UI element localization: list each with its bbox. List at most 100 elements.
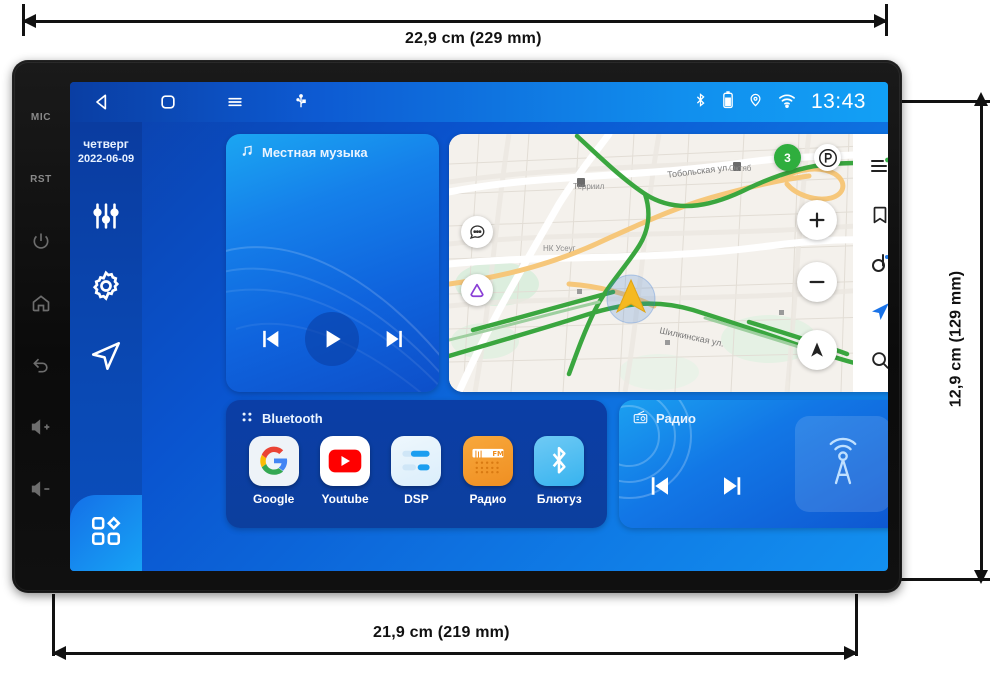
volume-up-icon[interactable] xyxy=(12,396,70,458)
music-note-icon xyxy=(240,144,254,161)
apps-widget-header: Bluetooth xyxy=(240,410,323,427)
map-poi-label-oktyab: Октяб xyxy=(729,164,752,173)
right-dimension-arrow-up xyxy=(974,92,988,106)
radio-widget-title: Радио xyxy=(656,411,696,426)
music-disc-icon[interactable] xyxy=(863,246,888,280)
apps-grid-icon xyxy=(89,514,123,553)
back-icon[interactable] xyxy=(12,334,70,396)
apps-widget: Bluetooth Google Youtube DSP FM Радио Бл… xyxy=(226,400,607,528)
sidebar-item-apps[interactable] xyxy=(70,495,142,571)
navigation-arrow-icon xyxy=(89,339,123,378)
radio-small-icon xyxy=(633,410,648,427)
top-dimension-label: 22,9 cm (229 mm) xyxy=(397,30,550,48)
map-poi-label-nk: НК Усеуг xyxy=(543,244,576,253)
music-widget-header: Местная музыка xyxy=(240,144,368,161)
home-content: Местная музыка Тобольская ул. Шилкинская… xyxy=(142,122,888,571)
parking-badge[interactable] xyxy=(814,144,841,171)
bluetooth-icon xyxy=(693,90,708,115)
radio-next-button[interactable] xyxy=(719,471,749,506)
battery-icon xyxy=(722,90,734,115)
date-weekday: четверг xyxy=(83,137,129,151)
top-dimension-line xyxy=(22,20,888,23)
map-sidebar xyxy=(853,134,888,392)
apps-widget-title: Bluetooth xyxy=(262,411,323,426)
screenshot-root: 22,9 cm (229 mm) 21,9 cm (219 mm) 12,9 c… xyxy=(0,0,1000,673)
hardware-bezel-left: MIC RST xyxy=(12,60,70,593)
chat-bubble-icon[interactable] xyxy=(461,216,493,248)
sidebar-item-navigation[interactable] xyxy=(70,323,142,393)
svg-text:FM: FM xyxy=(492,450,504,458)
layers-menu-icon[interactable] xyxy=(863,149,888,183)
radio-widget[interactable]: Радио xyxy=(619,400,888,528)
home-square-icon[interactable] xyxy=(158,92,178,112)
app-label-radio: Радио xyxy=(469,492,507,506)
bottom-dimension-label: 21,9 cm (219 mm) xyxy=(365,624,518,642)
menu-lines-icon[interactable] xyxy=(224,92,246,112)
home-icon[interactable] xyxy=(12,272,70,334)
right-dimension-tick-top xyxy=(900,100,990,103)
dsp-icon xyxy=(391,436,442,486)
music-controls xyxy=(226,312,439,366)
wifi-icon xyxy=(777,90,797,115)
sidebar-item-settings[interactable] xyxy=(70,253,142,323)
youtube-icon xyxy=(320,436,371,486)
radio-widget-header: Радио xyxy=(633,410,696,427)
equalizer-icon xyxy=(89,199,123,238)
app-google[interactable]: Google xyxy=(243,436,305,506)
right-dimension-arrow-down xyxy=(974,570,988,584)
bottom-dimension-line xyxy=(52,652,858,655)
navigate-arrow-icon[interactable] xyxy=(863,294,888,328)
search-icon[interactable] xyxy=(863,343,888,377)
system-nav-icons xyxy=(70,92,310,112)
map-zoom-in-button[interactable] xyxy=(797,200,837,240)
compass-arrow-icon[interactable] xyxy=(797,330,837,370)
broadcast-tower-icon xyxy=(815,434,871,495)
right-dimension-tick-bottom xyxy=(900,578,990,581)
status-bar: 13:43 xyxy=(70,82,888,122)
date-value: 2022-06-09 xyxy=(77,153,135,166)
top-dimension-tick-right xyxy=(885,4,888,36)
traffic-level-value: 3 xyxy=(784,150,791,165)
usb-icon[interactable] xyxy=(292,92,310,112)
google-icon xyxy=(248,436,299,486)
top-dimension-tick-left xyxy=(22,4,25,36)
left-app-rail: четверг 2022-06-09 xyxy=(70,122,142,571)
play-button[interactable] xyxy=(305,312,360,366)
mic-label: MIC xyxy=(30,111,52,123)
map-zoom-out-button[interactable] xyxy=(797,262,837,302)
right-dimension-line xyxy=(980,100,983,578)
app-label-bluetooth: Блютуз xyxy=(536,492,582,506)
date-display: четверг 2022-06-09 xyxy=(78,136,134,167)
music-widget[interactable]: Местная музыка xyxy=(226,134,439,392)
app-label-youtube: Youtube xyxy=(321,492,369,506)
sidebar-item-equalizer[interactable] xyxy=(70,183,142,253)
radio-artwork xyxy=(795,416,888,512)
location-icon xyxy=(748,90,763,115)
music-widget-title: Местная музыка xyxy=(262,145,368,160)
app-radio[interactable]: FM Радио xyxy=(457,436,519,506)
bookmark-icon[interactable] xyxy=(863,198,888,232)
status-indicators: 13:43 xyxy=(693,90,888,115)
app-label-dsp: DSP xyxy=(404,492,429,506)
app-bluetooth[interactable]: Блютуз xyxy=(528,436,590,506)
next-track-button[interactable] xyxy=(382,325,410,353)
bottom-dimension-tick-right xyxy=(855,594,858,656)
back-triangle-icon[interactable] xyxy=(92,92,112,112)
map-widget[interactable]: Тобольская ул. Шилкинская ул. НК Усеуг Т… xyxy=(449,134,888,392)
power-icon[interactable] xyxy=(12,210,70,272)
volume-down-icon[interactable] xyxy=(12,458,70,520)
head-unit-device: MIC RST 13:43 четверг 2022-06-09 Местная… xyxy=(12,60,902,593)
right-dimension-label: 12,9 cm (129 mm) xyxy=(947,262,966,416)
app-label-google: Google xyxy=(253,492,295,506)
radio-controls xyxy=(643,471,749,506)
radio-icon: FM xyxy=(462,436,513,486)
previous-track-button[interactable] xyxy=(255,325,283,353)
settings-gear-icon xyxy=(88,268,124,309)
app-youtube[interactable]: Youtube xyxy=(314,436,376,506)
app-dsp[interactable]: DSP xyxy=(385,436,447,506)
radio-previous-button[interactable] xyxy=(643,471,673,506)
map-poi-label-terril: Терриил xyxy=(573,182,605,191)
alice-assistant-icon[interactable] xyxy=(461,274,493,306)
bluetooth-icon xyxy=(534,436,585,486)
traffic-level-badge[interactable]: 3 xyxy=(774,144,801,171)
